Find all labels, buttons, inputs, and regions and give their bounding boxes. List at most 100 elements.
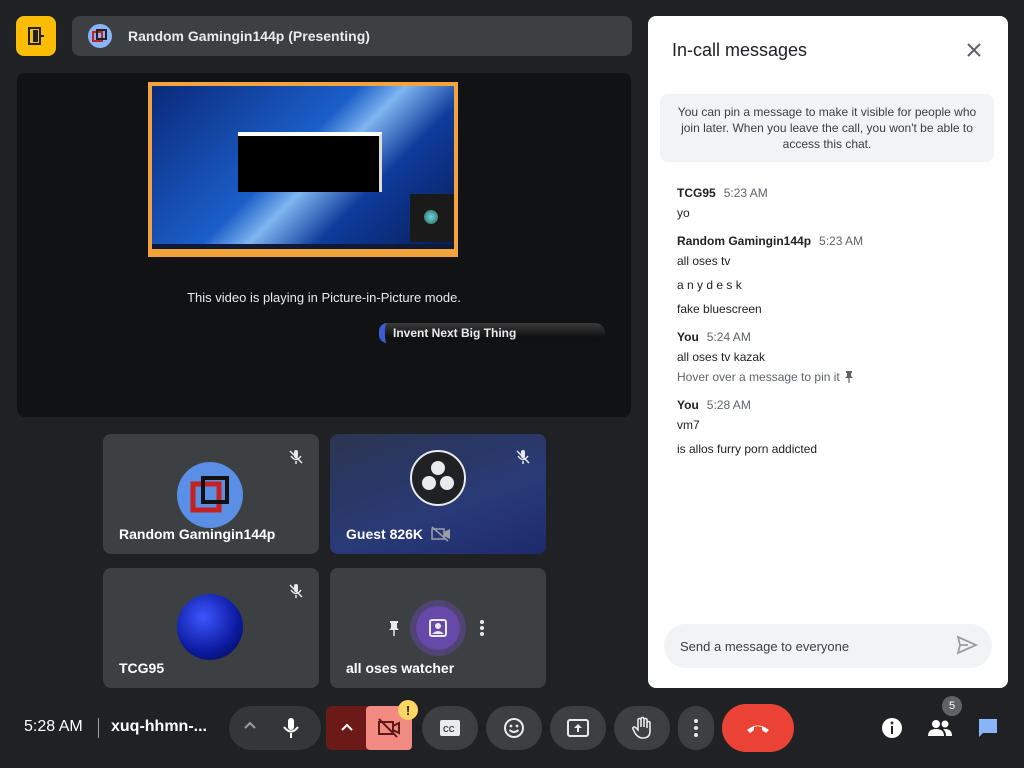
participant-name: TCG95 (119, 660, 165, 676)
people-button[interactable] (924, 712, 956, 744)
message-time: 5:24 AM (706, 330, 751, 344)
avatar (177, 594, 243, 660)
raise-hand-button[interactable] (614, 706, 670, 750)
camera-off-icon (378, 718, 400, 738)
audio-options-button[interactable] (243, 718, 257, 737)
participant-name: Guest 826K (346, 526, 424, 542)
message-group[interactable]: You 5:28 AM vm7 is allos furry porn addi… (677, 398, 987, 456)
message-text: is allos furry porn addicted (677, 442, 818, 456)
message-sender: Random Gamingin144p (677, 234, 812, 248)
panel-title: In-call messages (672, 40, 808, 60)
camera-off-icon (431, 526, 451, 542)
meeting-details-button[interactable] (876, 712, 908, 744)
close-icon (967, 43, 981, 57)
presenter-bar[interactable]: Random Gamingin144p (Presenting) (72, 16, 632, 56)
banner-text: Invent Next Big Thing (393, 326, 517, 340)
present-screen-icon (567, 719, 589, 737)
participant-name: Random Gamingin144p (119, 526, 276, 542)
more-vert-icon (694, 719, 698, 737)
close-panel-button[interactable] (960, 36, 988, 64)
message-sender: You (677, 398, 699, 412)
participant-count-badge: 5 (942, 696, 962, 716)
info-icon (882, 718, 902, 738)
chevron-up-icon (341, 723, 353, 731)
captions-button[interactable]: CC (422, 706, 478, 750)
chat-icon (979, 719, 997, 737)
mic-off-icon (289, 450, 303, 464)
chat-button[interactable] (972, 712, 1004, 744)
reactions-button[interactable] (486, 706, 542, 750)
avatar (410, 450, 466, 506)
video-options-button[interactable] (340, 720, 354, 739)
message-text: all oses tv kazak (677, 350, 766, 364)
channel-logo-icon (190, 476, 229, 513)
mic-button[interactable] (281, 716, 301, 745)
presentation-stage: This video is playing in Picture-in-Pict… (17, 73, 631, 417)
present-button[interactable] (550, 706, 606, 750)
meeting-code[interactable]: xuq-hhmn-... (111, 718, 207, 736)
message-group[interactable]: You 5:24 AM all oses tv kazak Hover over… (677, 330, 987, 384)
door-icon (28, 27, 44, 45)
message-time: 5:28 AM (706, 398, 751, 412)
hand-icon (632, 716, 651, 739)
message-text: vm7 (677, 418, 700, 432)
pin-button[interactable] (372, 606, 416, 650)
presenter-avatar (88, 24, 112, 48)
participant-name: all oses watcher (346, 660, 455, 676)
control-bar: 5:28 AM xuq-hhmn-... ! CC 5 (0, 696, 1024, 768)
participant-tile[interactable]: Guest 826K (330, 434, 546, 554)
pin-notice: You can pin a message to make it visible… (660, 94, 994, 162)
avatar (177, 462, 243, 528)
camera-warning-badge: ! (398, 700, 418, 720)
presenter-title: Random Gamingin144p (Presenting) (128, 28, 370, 44)
message-sender: You (677, 330, 699, 344)
send-icon (956, 635, 979, 655)
tile-hover-controls (372, 606, 504, 650)
webcam-overlay (410, 194, 454, 242)
obs-logo-icon (416, 456, 460, 500)
mic-off-icon (289, 584, 303, 598)
frame-person-icon (429, 619, 447, 637)
message-composer (664, 624, 992, 668)
svg-text:CC: CC (443, 725, 455, 734)
message-sender: TCG95 (677, 186, 716, 200)
more-vert-icon (480, 620, 484, 636)
message-text: all oses tv (677, 254, 731, 268)
participant-tile[interactable]: TCG95 (103, 568, 319, 688)
message-text: yo (677, 206, 690, 220)
people-icon (928, 720, 952, 736)
hang-up-icon (747, 725, 769, 733)
mic-icon (283, 718, 299, 738)
presenter-logo-icon (92, 29, 107, 42)
presentation-thumbnail (148, 82, 458, 257)
pin-hint-text: Hover over a message to pin it (677, 370, 840, 384)
message-input[interactable] (680, 638, 940, 654)
more-options-button[interactable] (678, 706, 714, 750)
meeting-time: 5:28 AM (24, 718, 83, 735)
pin-icon (844, 371, 853, 383)
message-group[interactable]: Random Gamingin144p 5:23 AM all oses tv … (677, 234, 987, 316)
participant-tile[interactable]: all oses watcher (330, 568, 546, 688)
more-options-button[interactable] (460, 606, 504, 650)
participant-tile[interactable]: Random Gamingin144p (103, 434, 319, 554)
pin-icon (389, 621, 399, 636)
divider (98, 718, 99, 738)
message-group[interactable]: TCG95 5:23 AM yo (677, 186, 987, 220)
message-list: TCG95 5:23 AM yo Random Gamingin144p 5:2… (677, 186, 987, 470)
mic-group (229, 706, 321, 750)
terminal-window (238, 132, 382, 192)
chat-panel: In-call messages You can pin a message t… (648, 16, 1008, 688)
activities-button[interactable] (16, 16, 56, 56)
send-button[interactable] (956, 634, 980, 658)
message-time: 5:23 AM (723, 186, 768, 200)
message-text: a n y d e s k (677, 278, 742, 292)
message-time: 5:23 AM (819, 234, 864, 248)
leave-call-button[interactable] (722, 704, 794, 752)
closed-captions-icon: CC (440, 720, 460, 736)
overlay-banner: Invent Next Big Thing (379, 323, 605, 343)
pip-message: This video is playing in Picture-in-Pict… (187, 290, 461, 305)
mic-off-icon (516, 450, 530, 464)
thumbnail-strip (152, 249, 454, 255)
frame-person-button[interactable] (416, 606, 460, 650)
pin-hint: Hover over a message to pin it (677, 370, 987, 384)
